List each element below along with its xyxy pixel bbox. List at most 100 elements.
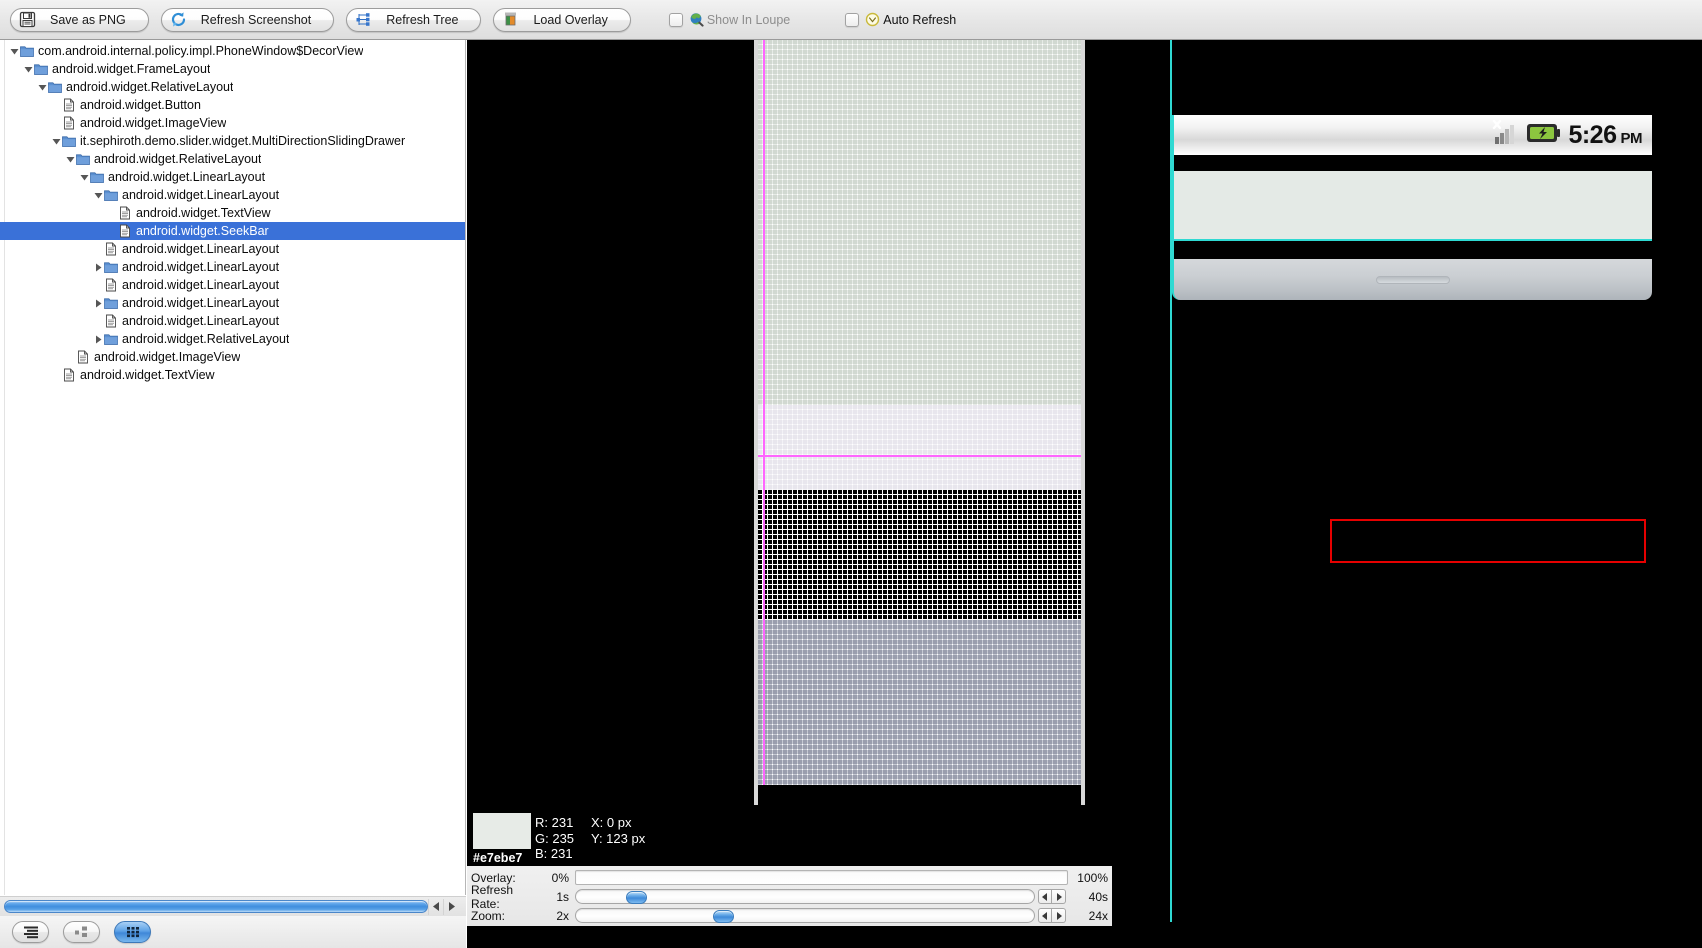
zoom-slider-track[interactable] bbox=[575, 908, 1035, 923]
show-in-loupe-checkbox[interactable] bbox=[668, 12, 683, 27]
tree-node-list: com.android.internal.policy.impl.PhoneWi… bbox=[0, 42, 465, 384]
loupe-region-light bbox=[758, 40, 1081, 405]
twisty-expanded-icon[interactable] bbox=[8, 42, 20, 60]
tree-node[interactable]: android.widget.TextView bbox=[0, 204, 465, 222]
twisty-placeholder bbox=[64, 348, 76, 366]
tree-node-label: android.widget.LinearLayout bbox=[122, 242, 280, 256]
refresh-circular-icon bbox=[170, 11, 187, 28]
list-view-button[interactable] bbox=[12, 921, 49, 943]
refresh-rate-value: 1s bbox=[556, 889, 569, 904]
zoom-steppers[interactable] bbox=[1038, 908, 1066, 923]
leaf-icon bbox=[104, 314, 118, 328]
twisty-expanded-icon[interactable] bbox=[22, 60, 34, 78]
tree-node[interactable]: android.widget.RelativeLayout bbox=[0, 150, 465, 168]
pixel-info-readout: R: 231 G: 235 B: 231 X: 0 px Y: 123 px #… bbox=[467, 805, 1112, 866]
tree-node[interactable]: android.widget.LinearLayout bbox=[0, 240, 465, 258]
twisty-expanded-icon[interactable] bbox=[92, 186, 104, 204]
refresh-rate-increment-icon[interactable] bbox=[1052, 889, 1066, 904]
refresh-rate-steppers[interactable] bbox=[1038, 889, 1066, 904]
auto-refresh-checkbox-row[interactable]: Auto Refresh bbox=[845, 12, 956, 27]
overlay-layers-icon bbox=[502, 11, 519, 28]
folder-icon bbox=[76, 152, 90, 166]
leaf-icon bbox=[62, 98, 76, 112]
tree-node[interactable]: android.widget.ImageView bbox=[0, 114, 465, 132]
twisty-expanded-icon[interactable] bbox=[78, 168, 90, 186]
twisty-collapsed-icon[interactable] bbox=[92, 258, 104, 276]
battery-charging-icon bbox=[1526, 122, 1561, 149]
refresh-rate-slider-track[interactable] bbox=[575, 889, 1035, 904]
zoom-max-value: 24x bbox=[1088, 908, 1108, 923]
loupe-panel[interactable]: R: 231 G: 235 B: 231 X: 0 px Y: 123 px #… bbox=[467, 40, 1112, 948]
save-as-png-button[interactable]: Save as PNG bbox=[10, 7, 149, 32]
window-inspector-root: Save as PNG Refresh Screenshot Refresh T… bbox=[0, 0, 1702, 948]
tree-node[interactable]: android.widget.LinearLayout bbox=[0, 258, 465, 276]
show-in-loupe-checkbox-row[interactable]: Show In Loupe bbox=[668, 12, 791, 27]
detail-view-button[interactable] bbox=[63, 921, 100, 943]
device-content-panel bbox=[1172, 171, 1652, 241]
g-value: G: 235 bbox=[535, 830, 575, 846]
show-in-loupe-label: Show In Loupe bbox=[706, 12, 791, 27]
folder-icon bbox=[90, 170, 104, 184]
twisty-collapsed-icon[interactable] bbox=[92, 330, 104, 348]
sliding-drawer-handle[interactable] bbox=[1172, 259, 1652, 300]
tree-node[interactable]: android.widget.FrameLayout bbox=[0, 60, 465, 78]
scroll-left-arrow-icon[interactable] bbox=[428, 898, 443, 915]
tree-node[interactable]: android.widget.LinearLayout bbox=[0, 276, 465, 294]
zoom-decrement-icon[interactable] bbox=[1038, 908, 1052, 923]
twisty-collapsed-icon[interactable] bbox=[92, 294, 104, 312]
overlay-slider-row: Overlay: 0% 100% bbox=[467, 868, 1112, 887]
refresh-rate-slider-knob[interactable] bbox=[626, 891, 648, 904]
pixel-magnifier-grid[interactable] bbox=[758, 40, 1081, 805]
tree-node-label: it.sephiroth.demo.slider.widget.MultiDir… bbox=[80, 134, 406, 148]
refresh-tree-label: Refresh Tree bbox=[386, 12, 459, 27]
tree-node[interactable]: android.widget.RelativeLayout bbox=[0, 78, 465, 96]
scrollbar-thumb[interactable] bbox=[4, 900, 428, 913]
refresh-rate-decrement-icon[interactable] bbox=[1038, 889, 1052, 904]
twisty-placeholder bbox=[106, 204, 118, 222]
twisty-placeholder bbox=[50, 96, 62, 114]
y-coordinate: Y: 123 px bbox=[591, 830, 646, 846]
loupe-region-dark bbox=[758, 490, 1081, 620]
tree-node[interactable]: android.widget.LinearLayout bbox=[0, 294, 465, 312]
selected-view-highlight bbox=[1330, 519, 1646, 563]
leaf-icon bbox=[104, 278, 118, 292]
refresh-tree-button[interactable]: Refresh Tree bbox=[346, 7, 482, 32]
refresh-rate-max-value: 40s bbox=[1088, 889, 1108, 904]
refresh-rate-label: Refresh Rate: bbox=[471, 882, 514, 911]
tree-node[interactable]: android.widget.LinearLayout bbox=[0, 312, 465, 330]
tree-node[interactable]: android.widget.LinearLayout bbox=[0, 186, 465, 204]
load-overlay-button[interactable]: Load Overlay bbox=[493, 7, 631, 32]
refresh-screenshot-label: Refresh Screenshot bbox=[200, 12, 312, 27]
twisty-expanded-icon[interactable] bbox=[50, 132, 62, 150]
tree-node-label: android.widget.ImageView bbox=[80, 116, 227, 130]
tree-node[interactable]: android.widget.ImageView bbox=[0, 348, 465, 366]
tree-node[interactable]: it.sephiroth.demo.slider.widget.MultiDir… bbox=[0, 132, 465, 150]
grid-view-button[interactable] bbox=[114, 921, 151, 943]
tree-node-label: android.widget.RelativeLayout bbox=[66, 80, 234, 94]
tree-node[interactable]: android.widget.TextView bbox=[0, 366, 465, 384]
tree-node[interactable]: com.android.internal.policy.impl.PhoneWi… bbox=[0, 42, 465, 60]
tree-node[interactable]: android.widget.RelativeLayout bbox=[0, 330, 465, 348]
clock-circle-icon bbox=[865, 12, 880, 27]
zoom-slider-row: Zoom: 2x 24x bbox=[467, 906, 1112, 925]
auto-refresh-checkbox[interactable] bbox=[845, 12, 860, 27]
tree-horizontal-scrollbar[interactable] bbox=[0, 896, 466, 916]
tree-node[interactable]: android.widget.SeekBar bbox=[0, 222, 465, 240]
signal-bars-no-service-icon bbox=[1490, 119, 1518, 152]
leaf-icon bbox=[62, 116, 76, 130]
overlay-max-value: 100% bbox=[1077, 870, 1108, 885]
zoom-slider-knob[interactable] bbox=[713, 910, 735, 923]
crosshair-vertical bbox=[763, 40, 765, 785]
scroll-right-arrow-icon[interactable] bbox=[443, 898, 458, 915]
twisty-expanded-icon[interactable] bbox=[64, 150, 76, 168]
view-hierarchy-tree-panel[interactable]: com.android.internal.policy.impl.PhoneWi… bbox=[0, 40, 466, 895]
view-mode-toolbar bbox=[0, 916, 466, 948]
save-as-png-label: Save as PNG bbox=[50, 12, 126, 27]
twisty-expanded-icon[interactable] bbox=[36, 78, 48, 96]
tree-node-label: com.android.internal.policy.impl.PhoneWi… bbox=[38, 44, 364, 58]
tree-node[interactable]: android.widget.LinearLayout bbox=[0, 168, 465, 186]
tree-node[interactable]: android.widget.Button bbox=[0, 96, 465, 114]
refresh-screenshot-button[interactable]: Refresh Screenshot bbox=[160, 7, 335, 32]
overlay-slider-track[interactable] bbox=[575, 870, 1068, 885]
zoom-increment-icon[interactable] bbox=[1052, 908, 1066, 923]
